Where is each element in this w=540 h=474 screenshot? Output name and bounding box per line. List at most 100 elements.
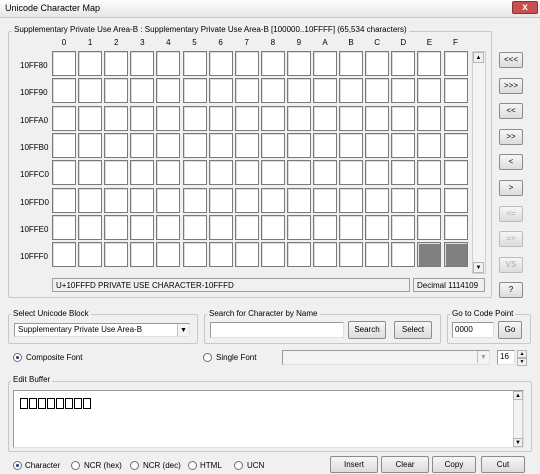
character-cell[interactable] (313, 78, 337, 104)
character-cell[interactable] (313, 187, 337, 213)
character-cell[interactable] (260, 242, 285, 268)
character-cell[interactable] (260, 160, 285, 186)
character-cell[interactable] (234, 214, 259, 240)
character-cell[interactable] (234, 105, 259, 131)
character-cell[interactable] (417, 160, 442, 186)
character-cell[interactable] (104, 105, 129, 131)
character-cell[interactable] (417, 187, 442, 213)
character-cell[interactable] (365, 105, 390, 131)
character-cell[interactable] (313, 105, 337, 131)
character-cell[interactable] (156, 132, 181, 158)
character-cell[interactable] (52, 105, 76, 131)
single-font-radio[interactable] (203, 353, 212, 362)
character-cell[interactable] (208, 214, 233, 240)
character-cell[interactable] (365, 132, 390, 158)
character-cell[interactable] (234, 51, 259, 76)
character-cell[interactable] (234, 242, 259, 268)
character-cell[interactable] (443, 51, 468, 76)
character-cell[interactable] (156, 78, 181, 104)
character-cell[interactable] (365, 160, 390, 186)
format-radio-character[interactable] (13, 461, 22, 470)
character-cell[interactable] (417, 242, 442, 268)
character-cell[interactable] (78, 78, 103, 104)
character-cell[interactable] (260, 187, 285, 213)
character-cell[interactable] (286, 214, 311, 240)
next-page-button[interactable]: >> (499, 128, 523, 145)
go-button[interactable]: Go (498, 321, 522, 339)
character-cell[interactable] (208, 105, 233, 131)
character-cell[interactable] (52, 78, 76, 104)
character-cell[interactable] (443, 105, 468, 131)
character-cell[interactable] (443, 132, 468, 158)
character-cell[interactable] (286, 160, 311, 186)
character-cell[interactable] (182, 187, 207, 213)
character-cell[interactable] (234, 187, 259, 213)
character-cell[interactable] (391, 51, 416, 76)
character-cell[interactable] (182, 51, 207, 76)
character-cell[interactable] (417, 78, 442, 104)
prev-char-button[interactable]: < (499, 154, 523, 171)
character-cell[interactable] (182, 214, 207, 240)
character-cell[interactable] (417, 132, 442, 158)
character-cell[interactable] (313, 242, 337, 268)
character-cell[interactable] (313, 51, 337, 76)
character-cell[interactable] (130, 51, 155, 76)
prev-page-button[interactable]: << (499, 103, 523, 120)
format-radio-ucn[interactable] (234, 461, 243, 470)
format-radio-ncr-hex[interactable] (71, 461, 80, 470)
character-cell[interactable] (104, 242, 129, 268)
character-cell[interactable] (313, 214, 337, 240)
character-cell[interactable] (182, 242, 207, 268)
font-dropdown-chevron-icon[interactable]: ▼ (477, 351, 489, 363)
format-radio-ncr-dec[interactable] (130, 461, 139, 470)
character-cell[interactable] (78, 187, 103, 213)
character-cell[interactable] (52, 51, 76, 76)
character-cell[interactable] (78, 105, 103, 131)
character-cell[interactable] (339, 160, 364, 186)
character-cell[interactable] (156, 187, 181, 213)
character-cell[interactable] (339, 105, 364, 131)
variation-selector-button[interactable]: VS (499, 256, 523, 273)
character-cell[interactable] (286, 105, 311, 131)
edit-buffer-textarea[interactable] (13, 390, 524, 448)
unicode-block-dropdown[interactable]: Supplementary Private Use Area-B (14, 323, 190, 337)
character-cell[interactable] (443, 187, 468, 213)
character-cell[interactable] (130, 78, 155, 104)
character-cell[interactable] (339, 132, 364, 158)
font-size-up-icon[interactable]: ▲ (517, 350, 527, 358)
character-cell[interactable] (156, 242, 181, 268)
clear-button[interactable]: Clear (381, 456, 429, 473)
help-button[interactable]: ? (499, 282, 523, 299)
character-cell[interactable] (182, 132, 207, 158)
character-cell[interactable] (208, 132, 233, 158)
character-cell[interactable] (130, 132, 155, 158)
character-cell[interactable] (391, 160, 416, 186)
edit-scroll-up-icon[interactable]: ▲ (513, 391, 523, 400)
character-cell[interactable] (208, 78, 233, 104)
character-cell[interactable] (234, 132, 259, 158)
character-cell[interactable] (365, 78, 390, 104)
character-cell[interactable] (286, 132, 311, 158)
character-cell[interactable] (391, 187, 416, 213)
cut-button[interactable]: Cut (481, 456, 525, 473)
character-cell[interactable] (391, 105, 416, 131)
search-input[interactable] (210, 322, 344, 338)
character-cell[interactable] (130, 105, 155, 131)
first-page-button[interactable]: <<< (499, 52, 523, 68)
character-cell[interactable] (52, 187, 76, 213)
character-cell[interactable] (417, 51, 442, 76)
character-cell[interactable] (365, 187, 390, 213)
character-cell[interactable] (417, 105, 442, 131)
character-cell[interactable] (78, 132, 103, 158)
prev-variant-button[interactable]: <= (499, 205, 523, 222)
character-cell[interactable] (208, 242, 233, 268)
character-cell[interactable] (104, 78, 129, 104)
character-cell[interactable] (260, 51, 285, 76)
format-radio-html[interactable] (188, 461, 197, 470)
character-cell[interactable] (365, 51, 390, 76)
next-variant-button[interactable]: => (499, 231, 523, 248)
composite-font-radio[interactable] (13, 353, 22, 362)
character-cell[interactable] (339, 51, 364, 76)
character-cell[interactable] (182, 160, 207, 186)
code-point-input[interactable]: 0000 (452, 322, 494, 338)
